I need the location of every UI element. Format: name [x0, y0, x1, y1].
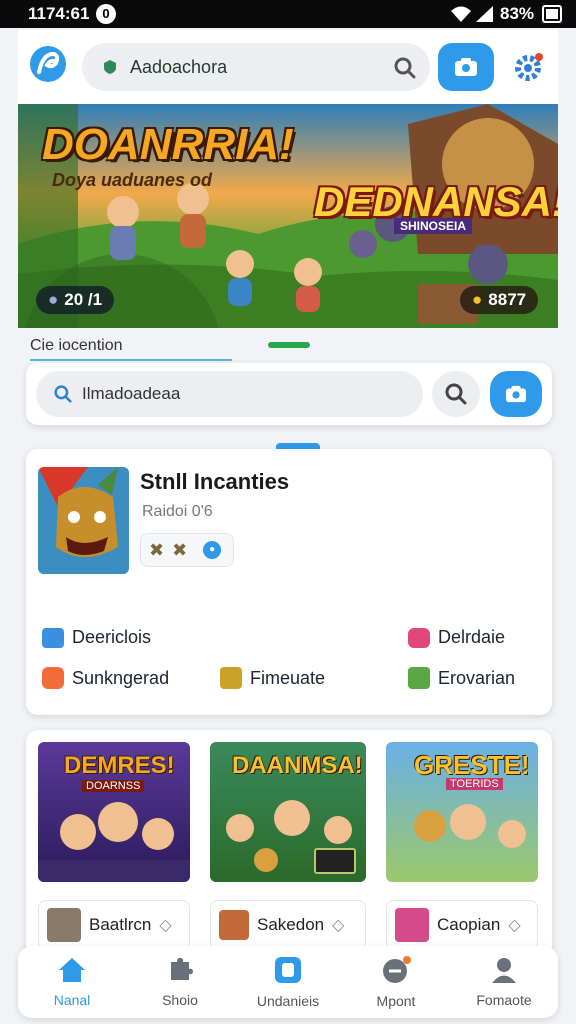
link-label: Erovarian — [438, 667, 516, 688]
app-rating-chip: ✖ ✖ ● — [140, 533, 234, 567]
wifi-icon — [451, 6, 471, 22]
gamepad-icon — [383, 956, 411, 983]
search-input-text: Ilmadoadeaa — [82, 384, 181, 403]
game-tile-1[interactable]: DEMRES! DOARNSS — [38, 742, 190, 882]
game-tile-2-badge — [314, 848, 356, 874]
nav-updates[interactable]: Undanieis — [234, 946, 342, 1018]
settings-gear-icon[interactable] — [512, 52, 544, 84]
game-title-1: DEMRES! — [64, 752, 175, 779]
banner-title-left: DOANRRIA! — [42, 120, 294, 169]
players-icon: ● — [48, 290, 59, 309]
link-erovarian[interactable]: Erovarian — [408, 667, 515, 689]
section-label: Cie iocention — [30, 337, 123, 354]
banner-coin-badge: ● 8877 — [460, 286, 539, 314]
puzzle-piece-icon — [42, 667, 64, 689]
top-app-bar: Aadoachora — [18, 30, 558, 104]
app-icon-art — [38, 467, 129, 574]
game-name-3: Caopian — [437, 915, 501, 934]
home-icon — [59, 958, 85, 982]
game-chip-2[interactable]: Sakedon ◇ — [210, 900, 366, 950]
camera-icon — [506, 385, 526, 403]
game-chip-1[interactable]: Baatlrcn ◇ — [38, 900, 190, 950]
app-detail-card: Stnll Incanties Raidoi 0'6 ✖ ✖ ● Deericl… — [26, 449, 552, 715]
banner-player-badge: ● 20 /1 — [36, 286, 115, 314]
game-subtitle-1: DOARNSS — [82, 780, 145, 792]
shield-icon — [104, 60, 116, 74]
link-delrdaie[interactable]: Delrdaie — [408, 627, 505, 648]
nav-label: Fomaote — [476, 992, 532, 1008]
game-title-3: GRESTE! — [414, 750, 530, 780]
app-icon[interactable] — [38, 467, 129, 574]
nav-label: Undanieis — [256, 993, 320, 1009]
nav-label: Mpont — [376, 993, 416, 1009]
section-underline — [30, 359, 232, 361]
game-avatar-3 — [395, 908, 429, 942]
link-fimeuate[interactable]: Fimeuate — [220, 667, 325, 689]
folder-icon — [42, 627, 64, 648]
camera-search-button[interactable] — [490, 371, 542, 417]
app-developer: Raidoi 0'6 — [142, 503, 213, 520]
bag-icon — [408, 627, 430, 648]
game-avatar-1 — [47, 908, 81, 942]
camera-icon — [455, 58, 477, 76]
app-logo-icon[interactable] — [28, 44, 68, 84]
link-label: Delrdaie — [438, 627, 506, 647]
search-button[interactable] — [432, 371, 480, 417]
nav-label: Shoio — [162, 992, 198, 1008]
treasure-icon — [220, 667, 242, 689]
top-search-bar[interactable]: Aadoachora — [82, 43, 430, 91]
verified-icon: ● — [203, 541, 222, 559]
banner-subtitle-right: SHINOSEIA — [394, 218, 473, 234]
signal-icon — [476, 6, 493, 22]
magnifier-icon — [445, 383, 467, 405]
link-sunkngerad[interactable]: Sunkngerad — [42, 667, 169, 689]
camera-button[interactable] — [438, 43, 494, 91]
game-subtitle-3: TOERIDS — [446, 778, 503, 790]
banner-player-count: 20 /1 — [64, 290, 103, 309]
coin-icon: ● — [472, 290, 483, 309]
nav-profile[interactable]: Fomaote — [450, 946, 558, 1018]
game-tile-2[interactable]: DAANMSA! — [210, 742, 366, 882]
nav-home[interactable]: Nanal — [18, 946, 126, 1018]
app-name: Stnll Incanties — [140, 469, 290, 494]
cross-badge-icon: ✖ — [149, 539, 165, 560]
battery-percent: 83% — [500, 4, 535, 23]
status-bar: 1174:61 0 83% — [0, 0, 576, 28]
banner-coin-count: 8877 — [488, 290, 527, 309]
link-label: Sunkngerad — [72, 667, 170, 688]
puzzle-icon — [171, 957, 193, 980]
top-search-text: Aadoachora — [130, 56, 228, 77]
search-icon[interactable] — [394, 57, 416, 79]
link-label: Fimeuate — [250, 667, 326, 688]
game-name-2: Sakedon — [257, 915, 325, 934]
game-chip-3[interactable]: Caopian ◇ — [386, 900, 538, 950]
battery-icon — [542, 5, 562, 23]
bottom-nav: Nanal Shoio Undanieis Mpont Fomaote — [18, 946, 558, 1018]
link-deericlois[interactable]: Deericlois — [42, 627, 151, 648]
search-card: Ilmadoadeaa — [26, 363, 552, 425]
game-avatar-2 — [219, 910, 249, 940]
carousel-indicator[interactable] — [268, 342, 310, 348]
notification-badge: 0 — [96, 4, 116, 24]
status-time: 1174:61 — [28, 4, 90, 23]
map-icon — [408, 667, 430, 689]
game-title-2: DAANMSA! — [232, 752, 363, 779]
nav-report[interactable]: Mpont — [342, 946, 450, 1018]
apps-icon — [275, 957, 301, 983]
search-input[interactable]: Ilmadoadeaa — [36, 371, 423, 417]
chevron-right-icon: ◇ — [332, 917, 345, 934]
profile-icon — [492, 958, 516, 983]
puzzle-icon: ✖ — [172, 539, 188, 560]
game-tile-3[interactable]: GRESTE! TOERIDS — [386, 742, 538, 882]
banner-subtitle-left: Doya uaduanes od — [52, 170, 213, 190]
nav-shop[interactable]: Shoio — [126, 946, 234, 1018]
nav-label: Nanal — [53, 992, 91, 1008]
chevron-right-icon: ◇ — [159, 917, 172, 934]
promo-banner[interactable]: DOANRRIA! Doya uaduanes od DEDNANSA! SHI… — [18, 104, 558, 328]
search-icon — [54, 385, 72, 403]
chevron-right-icon: ◇ — [508, 917, 521, 934]
game-name-1: Baatlrcn — [89, 915, 152, 934]
link-label: Deericlois — [72, 627, 152, 647]
games-card: DEMRES! DOARNSS DAANMSA! GRESTE! TOERIDS… — [26, 730, 552, 960]
